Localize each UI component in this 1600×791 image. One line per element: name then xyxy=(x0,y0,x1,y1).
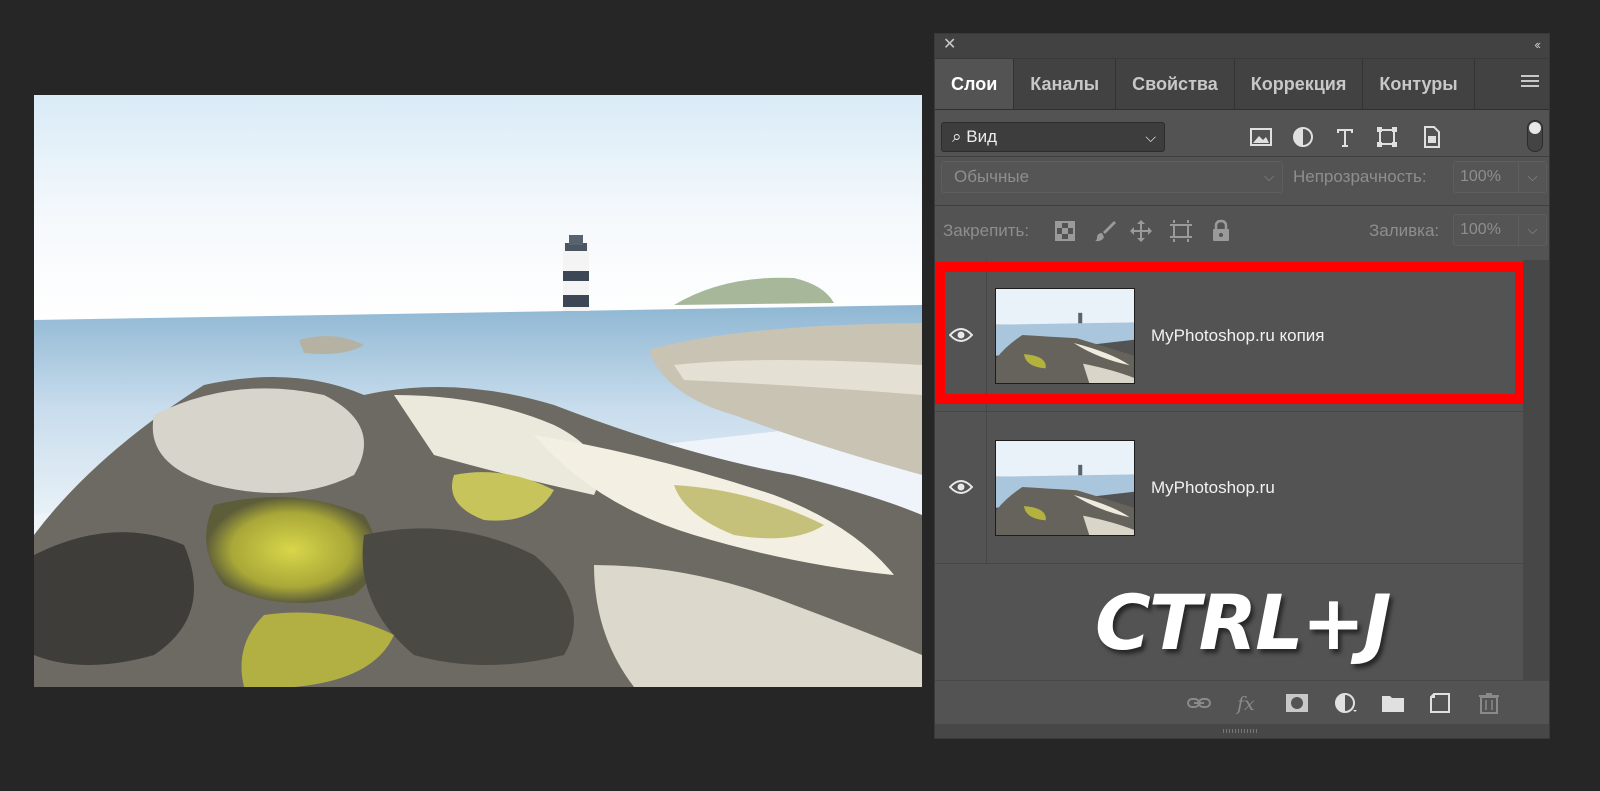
layer-row[interactable]: MyPhotoshop.ru xyxy=(935,412,1523,564)
layer-thumbnail[interactable] xyxy=(995,288,1135,384)
blend-mode-select[interactable]: Обычные ⌵ xyxy=(941,161,1283,193)
eye-icon[interactable] xyxy=(949,327,973,343)
lock-pixels-brush-icon[interactable] xyxy=(1093,219,1117,243)
link-layers-icon[interactable] xyxy=(1187,692,1211,714)
visibility-column xyxy=(935,260,987,411)
lock-label: Закрепить: xyxy=(943,221,1030,240)
smart-object-filter-icon[interactable] xyxy=(1419,125,1443,149)
tab-paths[interactable]: Контуры xyxy=(1363,59,1475,109)
lock-transparency-icon[interactable] xyxy=(1053,219,1077,243)
search-icon: ⌕ xyxy=(952,127,962,146)
layers-list: MyPhotoshop.ru копия MyPhotoshop.ru CTRL… xyxy=(935,260,1525,680)
panel-tabs: Слои Каналы Свойства Коррекция Контуры xyxy=(935,59,1549,110)
close-icon[interactable]: ✕ xyxy=(943,37,956,53)
image-filter-icon[interactable] xyxy=(1249,125,1273,149)
layer-thumbnail[interactable] xyxy=(995,440,1135,536)
svg-text:fx: fx xyxy=(1235,693,1255,714)
layers-scrollbar[interactable] xyxy=(1523,260,1549,680)
adjustment-filter-icon[interactable] xyxy=(1291,125,1315,149)
filter-label: Вид xyxy=(966,127,998,146)
shape-filter-icon[interactable] xyxy=(1375,125,1399,149)
layer-filter-select[interactable]: ⌕ Вид ⌵ xyxy=(941,122,1165,152)
panel-titlebar: ✕ ‹‹ xyxy=(935,34,1549,59)
tab-channels[interactable]: Каналы xyxy=(1014,59,1117,109)
fx-effects-icon[interactable]: fx xyxy=(1235,692,1259,714)
panel-resize-grip[interactable] xyxy=(935,724,1549,738)
layer-row[interactable]: MyPhotoshop.ru копия xyxy=(935,260,1523,412)
fill-label: Заливка: xyxy=(1369,221,1440,240)
new-layer-icon[interactable] xyxy=(1429,692,1453,714)
layers-panel: ✕ ‹‹ Слои Каналы Свойства Коррекция Конт… xyxy=(934,33,1550,739)
fill-dropdown-button[interactable]: ⌵ xyxy=(1519,214,1547,246)
opacity-input[interactable]: 100% xyxy=(1453,161,1519,193)
layer-name[interactable]: MyPhotoshop.ru копия xyxy=(1151,326,1325,346)
double-chevron-icon[interactable]: ‹‹ xyxy=(1534,37,1541,52)
adjustment-layer-icon[interactable] xyxy=(1333,692,1357,714)
tab-properties[interactable]: Свойства xyxy=(1116,59,1235,109)
lock-row: Закрепить: Заливка: 100% ⌵ xyxy=(935,206,1549,254)
type-filter-icon[interactable] xyxy=(1333,125,1357,149)
lock-position-move-icon[interactable] xyxy=(1129,219,1153,243)
opacity-label: Непрозрачность: xyxy=(1293,167,1427,186)
layer-filter-row: ⌕ Вид ⌵ xyxy=(935,110,1549,156)
hamburger-menu-icon[interactable] xyxy=(1521,75,1539,90)
visibility-column xyxy=(935,412,987,563)
document-canvas[interactable] xyxy=(34,95,922,687)
layer-mask-icon[interactable] xyxy=(1285,692,1309,714)
lock-artboard-icon[interactable] xyxy=(1169,219,1193,243)
chevron-down-icon: ⌵ xyxy=(1264,169,1274,184)
thumbnail-image xyxy=(996,441,1134,535)
eye-icon[interactable] xyxy=(949,479,973,495)
folder-icon[interactable] xyxy=(1381,692,1405,714)
tab-layers[interactable]: Слои xyxy=(935,59,1015,109)
panel-footer: fx xyxy=(935,680,1549,724)
photo-image xyxy=(34,95,922,687)
thumbnail-image xyxy=(996,289,1134,383)
opacity-dropdown-button[interactable]: ⌵ xyxy=(1519,161,1547,193)
trash-icon[interactable] xyxy=(1477,692,1501,714)
blend-row: Обычные ⌵ Непрозрачность: 100% ⌵ xyxy=(935,157,1549,205)
blend-mode-value: Обычные xyxy=(954,167,1030,186)
filter-toggle-switch[interactable] xyxy=(1527,120,1543,152)
tab-adjustments[interactable]: Коррекция xyxy=(1235,59,1364,109)
lock-all-icon[interactable] xyxy=(1209,219,1233,243)
chevron-down-icon: ⌵ xyxy=(1145,129,1156,145)
shortcut-caption: CTRL+J xyxy=(1095,578,1392,667)
layer-name[interactable]: MyPhotoshop.ru xyxy=(1151,478,1275,498)
fill-input[interactable]: 100% xyxy=(1453,214,1519,246)
